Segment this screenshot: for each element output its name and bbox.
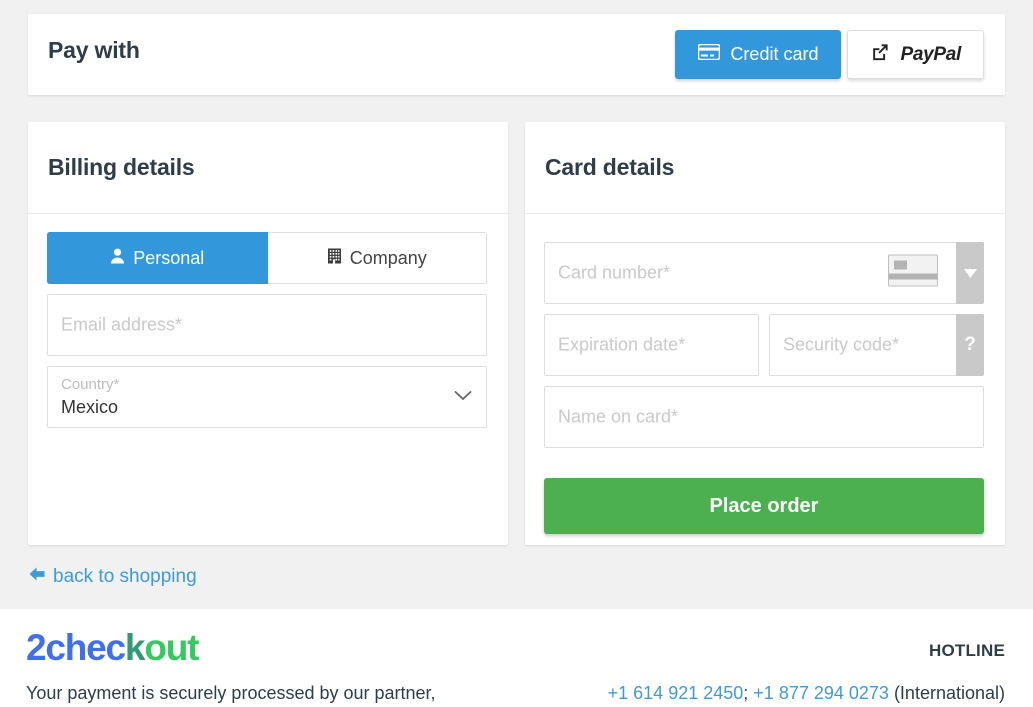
country-select[interactable]: Country* Mexico <box>47 366 487 428</box>
payment-method-credit-card-label: Credit card <box>730 44 819 64</box>
billing-details-panel: Billing details Personal Company Email a… <box>28 122 508 545</box>
security-code-field[interactable]: Security code* ? <box>769 314 984 376</box>
page-title: Pay with <box>48 37 140 63</box>
expiration-date-placeholder: Expiration date* <box>558 334 686 355</box>
card-details-heading: Card details <box>545 154 675 180</box>
generic-card-icon <box>888 254 938 292</box>
email-field-placeholder: Email address* <box>61 314 183 335</box>
hotline-phone-2[interactable]: +1 877 294 0273 <box>753 683 889 703</box>
card-number-dropdown-toggle[interactable] <box>956 242 984 304</box>
billing-details-body: Personal Company Email address* Country*… <box>28 214 508 428</box>
logo-part-3: out <box>144 627 199 668</box>
arrow-left-icon <box>28 566 46 588</box>
payment-method-paypal[interactable]: PayPal <box>847 30 984 79</box>
user-icon <box>110 248 125 269</box>
back-to-shopping-label: back to shopping <box>53 566 197 587</box>
page-footer: 2checkout Your payment is securely proce… <box>0 609 1033 707</box>
card-details-body: Card number* Expiration date* Security c… <box>525 214 1005 534</box>
billing-entity-toggle: Personal Company <box>47 232 487 284</box>
payment-method-credit-card[interactable]: Credit card <box>675 30 842 79</box>
billing-entity-company-label: Company <box>349 247 427 268</box>
payment-method-group: Credit card PayPal <box>675 30 984 79</box>
logo-part-1: 2chec <box>26 627 126 668</box>
2checkout-logo: 2checkout <box>26 627 199 669</box>
chevron-down-icon <box>454 389 472 405</box>
billing-entity-personal-label: Personal <box>133 247 205 268</box>
card-number-placeholder: Card number* <box>558 262 671 283</box>
card-details-panel: Card details Card number* Expiration dat… <box>525 122 1005 545</box>
pay-with-card: Pay with Credit card PayPal <box>28 14 1005 95</box>
card-number-field[interactable]: Card number* <box>544 242 984 304</box>
card-expiry-cvv-row: Expiration date* Security code* ? <box>544 314 986 376</box>
place-order-button[interactable]: Place order <box>544 478 984 534</box>
country-select-value: Mexico <box>61 397 119 417</box>
logo-part-2: k <box>124 627 146 668</box>
billing-entity-company[interactable]: Company <box>267 232 487 284</box>
name-on-card-placeholder: Name on card* <box>558 406 679 427</box>
card-details-header: Card details <box>525 122 1005 214</box>
checkout-page: Pay with Credit card PayPal Billing deta… <box>0 0 1033 707</box>
name-on-card-field[interactable]: Name on card* <box>544 386 984 448</box>
security-code-placeholder: Security code* <box>783 334 900 355</box>
external-link-icon <box>870 42 890 67</box>
building-icon <box>327 248 342 269</box>
email-field[interactable]: Email address* <box>47 294 487 356</box>
hotline-separator: ; <box>743 683 754 703</box>
hotline-label: HOTLINE <box>928 641 1005 660</box>
security-code-help-icon[interactable]: ? <box>956 314 984 376</box>
back-to-shopping-link[interactable]: back to shopping <box>28 566 197 588</box>
hotline-numbers: +1 614 921 2450; +1 877 294 0273 (Intern… <box>608 683 1005 704</box>
billing-details-heading: Billing details <box>48 154 195 180</box>
credit-card-icon <box>698 43 721 65</box>
billing-entity-personal[interactable]: Personal <box>47 232 268 284</box>
secure-payment-note: Your payment is securely processed by ou… <box>26 683 436 703</box>
hotline-phone-suffix: (International) <box>888 683 1005 703</box>
billing-details-header: Billing details <box>28 122 508 214</box>
hotline-phone-1[interactable]: +1 614 921 2450 <box>608 683 744 703</box>
country-select-label: Country* <box>61 376 120 393</box>
expiration-date-field[interactable]: Expiration date* <box>544 314 759 376</box>
payment-method-paypal-label: PayPal <box>900 43 961 65</box>
